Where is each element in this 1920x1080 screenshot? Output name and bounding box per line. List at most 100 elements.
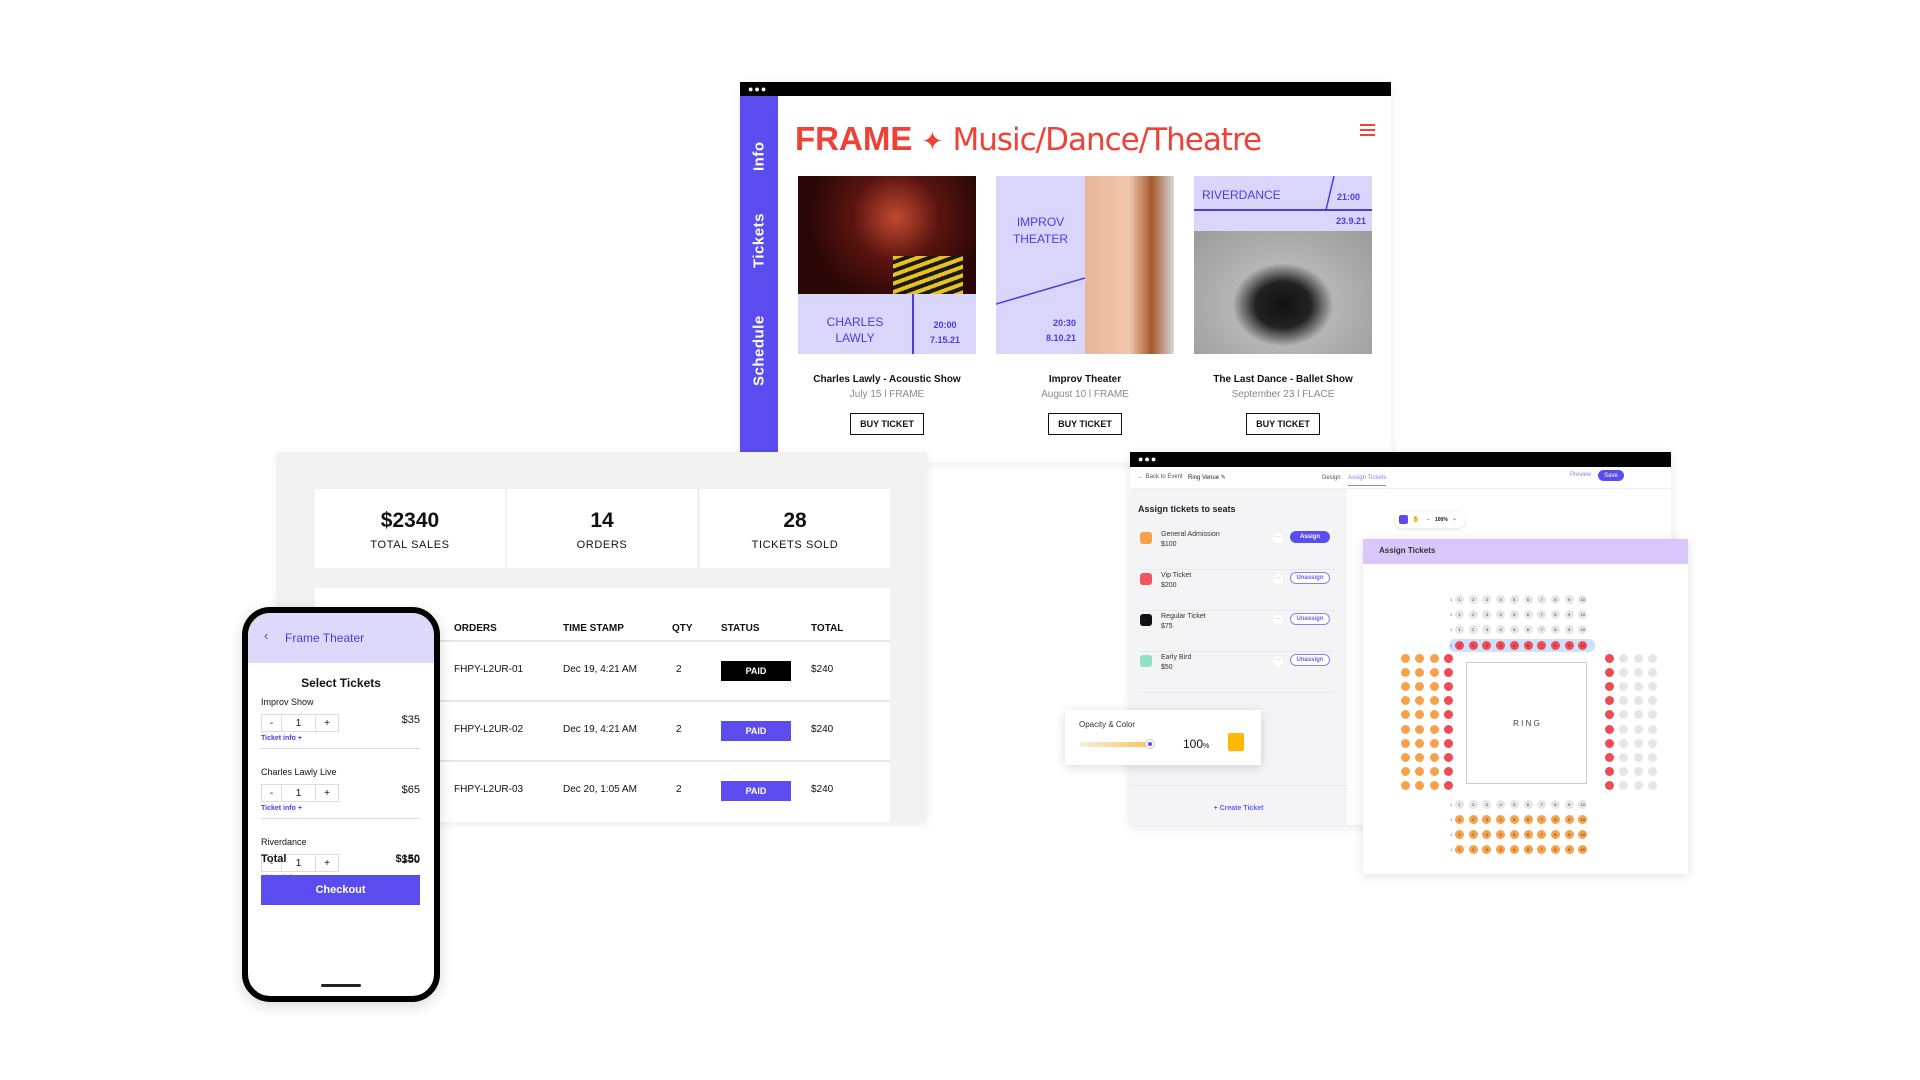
seat[interactable]: 10 (1578, 625, 1588, 634)
seat[interactable]: 6 (1523, 625, 1533, 634)
seat[interactable] (1633, 724, 1643, 734)
zoom-in-button[interactable]: + (1453, 517, 1456, 523)
buy-ticket-button[interactable]: BUY TICKET (1048, 413, 1122, 435)
seat[interactable] (1415, 696, 1425, 706)
seat[interactable] (1619, 724, 1629, 734)
save-button[interactable]: Save (1598, 470, 1624, 481)
seat[interactable]: 2 (1468, 830, 1478, 839)
seat[interactable]: 1 (1455, 800, 1464, 809)
column-header[interactable]: TOTAL (811, 623, 843, 634)
seat[interactable] (1415, 710, 1425, 720)
seat[interactable]: 8 (1550, 815, 1560, 824)
seat[interactable]: 2 (1468, 845, 1478, 854)
seat[interactable]: 5 (1509, 641, 1519, 650)
seat[interactable] (1647, 766, 1657, 776)
seat[interactable] (1443, 738, 1453, 748)
seat[interactable] (1633, 780, 1643, 790)
event-title[interactable]: The Last Dance - Ballet Show (1194, 374, 1372, 385)
more-options-icon[interactable]: ··· (1273, 615, 1283, 625)
seat[interactable]: 6 (1523, 830, 1533, 839)
seat[interactable]: 6 (1523, 641, 1533, 650)
seat[interactable]: 2 (1468, 641, 1478, 650)
seat[interactable] (1429, 654, 1439, 663)
seat[interactable] (1443, 668, 1453, 678)
seat[interactable]: 7 (1537, 625, 1547, 634)
seat[interactable]: 7 (1537, 610, 1547, 619)
column-header[interactable]: ORDERS (454, 623, 497, 634)
seat[interactable] (1429, 780, 1439, 790)
seat[interactable] (1415, 766, 1425, 776)
seat[interactable] (1647, 780, 1657, 790)
increment-button[interactable]: + (316, 785, 338, 801)
seat[interactable] (1415, 738, 1425, 748)
seat[interactable]: 7 (1537, 815, 1547, 824)
ticket-info-link[interactable]: Ticket info + (261, 735, 302, 742)
seat[interactable] (1605, 780, 1614, 790)
seat[interactable]: 4 (1496, 625, 1506, 634)
seat[interactable] (1401, 752, 1410, 762)
event-card-charles-lawly[interactable]: CHARLES LAWLY 20:00 7.15.21 (798, 176, 976, 354)
seat[interactable]: 2 (1468, 815, 1478, 824)
seat[interactable]: 2 (1468, 625, 1478, 634)
seat[interactable]: 1 (1455, 610, 1464, 619)
seat[interactable] (1443, 682, 1453, 692)
event-card-riverdance[interactable]: RIVERDANCE 21:00 23.9.21 (1194, 176, 1372, 354)
seat[interactable]: 3 (1482, 595, 1492, 604)
seat[interactable] (1619, 710, 1629, 720)
seat[interactable] (1415, 780, 1425, 790)
seat[interactable] (1401, 724, 1410, 734)
seat[interactable]: 5 (1509, 845, 1519, 854)
checkout-button[interactable]: Checkout (261, 875, 420, 905)
seat[interactable]: 5 (1509, 800, 1519, 809)
seat[interactable]: 7 (1537, 800, 1547, 809)
seat[interactable] (1401, 780, 1410, 790)
seat[interactable]: 4 (1496, 830, 1506, 839)
ticket-row[interactable]: General Admission $100 ··· Assign (1140, 530, 1335, 570)
seat[interactable]: 10 (1578, 610, 1588, 619)
seat[interactable]: 10 (1578, 830, 1588, 839)
seat[interactable] (1429, 696, 1439, 706)
more-options-icon[interactable]: ··· (1273, 656, 1283, 666)
seat[interactable]: 5 (1509, 595, 1519, 604)
assign-button[interactable]: Assign (1290, 531, 1330, 543)
seat[interactable] (1429, 668, 1439, 678)
seat[interactable] (1429, 710, 1439, 720)
seat[interactable] (1605, 738, 1614, 748)
event-title[interactable]: Improv Theater (996, 374, 1174, 385)
seat[interactable]: 10 (1578, 800, 1588, 809)
unassign-button[interactable]: Unassign (1290, 613, 1330, 625)
seat[interactable] (1633, 738, 1643, 748)
seat[interactable]: 6 (1523, 595, 1533, 604)
seat[interactable] (1633, 654, 1643, 663)
preview-button[interactable]: Preview (1570, 472, 1591, 478)
seat[interactable] (1401, 668, 1410, 678)
seat[interactable]: 9 (1564, 641, 1574, 650)
select-tool-icon[interactable] (1399, 515, 1408, 524)
seat[interactable] (1401, 710, 1410, 720)
seat[interactable] (1401, 682, 1410, 692)
buy-ticket-button[interactable]: BUY TICKET (1246, 413, 1320, 435)
quantity-value[interactable]: 1 (282, 855, 316, 871)
seat[interactable] (1633, 682, 1643, 692)
seat[interactable] (1415, 654, 1425, 663)
seat[interactable] (1443, 654, 1453, 663)
seat[interactable]: 9 (1564, 815, 1574, 824)
seat[interactable]: 6 (1523, 610, 1533, 619)
seat[interactable]: 5 (1509, 815, 1519, 824)
seat[interactable]: 6 (1523, 845, 1533, 854)
seat[interactable]: 4 (1496, 800, 1506, 809)
seat[interactable]: 1 (1455, 815, 1464, 824)
seat[interactable] (1401, 654, 1410, 663)
seat[interactable]: 9 (1564, 595, 1574, 604)
back-to-event-link[interactable]: ← Back to Event (1138, 474, 1183, 480)
seat[interactable] (1619, 682, 1629, 692)
seat[interactable] (1633, 710, 1643, 720)
seat[interactable] (1633, 696, 1643, 706)
seat[interactable] (1415, 752, 1425, 762)
seat[interactable] (1429, 738, 1439, 748)
seat[interactable] (1605, 710, 1614, 720)
tab-assign-tickets[interactable]: Assign Tickets (1348, 475, 1387, 486)
seat[interactable] (1401, 738, 1410, 748)
seat[interactable] (1647, 738, 1657, 748)
seat[interactable] (1443, 724, 1453, 734)
